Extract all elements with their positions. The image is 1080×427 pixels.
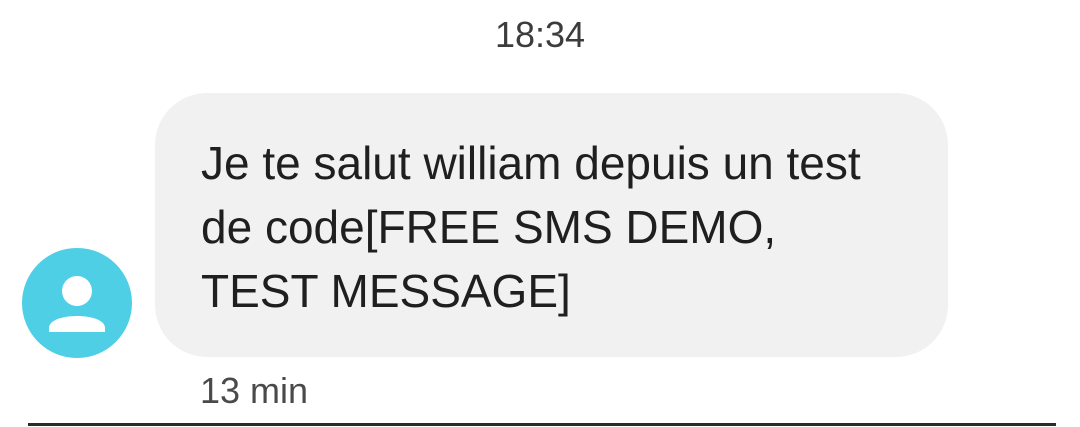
person-icon bbox=[49, 276, 105, 332]
message-relative-time: 13 min bbox=[200, 370, 309, 411]
message-text: Je te salut william depuis un test de co… bbox=[201, 137, 861, 317]
bottom-divider bbox=[28, 423, 1056, 426]
sender-avatar[interactable] bbox=[22, 248, 132, 358]
conversation-time-header: 18:34 bbox=[494, 14, 586, 55]
message-bubble[interactable]: Je te salut william depuis un test de co… bbox=[155, 93, 948, 357]
